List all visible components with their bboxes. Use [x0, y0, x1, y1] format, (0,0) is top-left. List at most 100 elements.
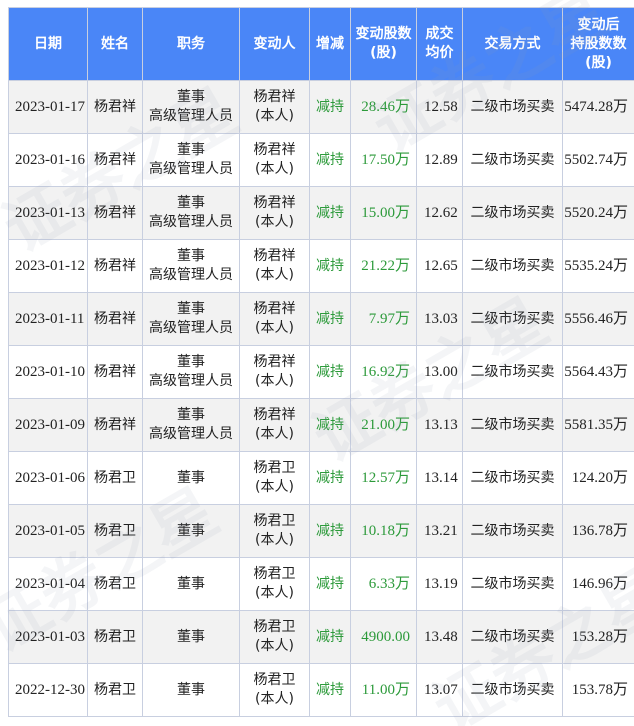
cell-date: 2022-12-30: [8, 663, 88, 717]
cell-changer: 杨君祥 (本人): [239, 80, 310, 134]
cell-position: 董事: [142, 610, 240, 664]
cell-action: 减持: [309, 663, 351, 717]
cell-position-line: 董事: [177, 575, 205, 592]
cell-date: 2023-01-12: [8, 239, 88, 293]
cell-position-line: 董事: [177, 248, 205, 264]
table-row: 2022-12-30 杨君卫 董事 杨君卫 (本人) 减持 11.00万 13.07 二级市场买…: [8, 663, 634, 717]
cell-changer: 杨君卫 (本人): [239, 610, 310, 664]
header-change-shares-line-1: 变动股数: [355, 26, 412, 42]
cell-position: 董事: [142, 504, 240, 558]
cell-date: 2023-01-09: [8, 398, 88, 452]
cell-date: 2023-01-13: [8, 186, 88, 240]
table-row: 2023-01-09 杨君祥 董事 高级管理人员 杨君祥 (本人) 减持 21.00万 13.1…: [8, 398, 634, 452]
cell-position-line: 高级管理人员: [149, 373, 233, 389]
cell-name: 杨君卫: [87, 610, 143, 664]
cell-action: 减持: [309, 504, 351, 558]
cell-holdings-after: 5535.24万: [562, 239, 634, 293]
header-name: 姓名: [87, 7, 143, 81]
cell-position: 董事 高级管理人员: [142, 292, 240, 346]
cell-action: 减持: [309, 292, 351, 346]
cell-changer-line: (本人): [255, 691, 294, 707]
table-row: 2023-01-10 杨君祥 董事 高级管理人员 杨君祥 (本人) 减持 16.92万 13.0…: [8, 345, 634, 399]
cell-position-line: 董事: [177, 407, 205, 423]
header-holdings-after: 变动后 持股数数 (股): [562, 7, 634, 81]
table-body: 2023-01-17 杨君祥 董事 高级管理人员 杨君祥 (本人) 减持 28.46万 12.5…: [8, 80, 634, 717]
table-row: 2023-01-05 杨君卫 董事 杨君卫 (本人) 减持 10.18万 13.21 二级市场买…: [8, 504, 634, 558]
cell-change-shares: 21.22万: [350, 239, 417, 293]
cell-name: 杨君祥: [87, 80, 143, 134]
cell-avg-price: 13.48: [416, 610, 463, 664]
cell-changer-line: 杨君卫: [253, 619, 296, 635]
cell-changer-line: (本人): [255, 479, 294, 495]
cell-position-line: 董事: [177, 142, 205, 158]
cell-trade-method: 二级市场买卖: [462, 504, 563, 558]
table-row: 2023-01-11 杨君祥 董事 高级管理人员 杨君祥 (本人) 减持 7.97万 13.03…: [8, 292, 634, 346]
cell-change-shares: 17.50万: [350, 133, 417, 187]
cell-holdings-after: 5581.35万: [562, 398, 634, 452]
cell-position: 董事 高级管理人员: [142, 186, 240, 240]
cell-action: 减持: [309, 610, 351, 664]
header-changer: 变动人: [239, 7, 310, 81]
cell-position-line: 董事: [177, 89, 205, 105]
cell-changer-line: (本人): [255, 320, 294, 336]
cell-position-line: 高级管理人员: [149, 214, 233, 230]
cell-date: 2023-01-17: [8, 80, 88, 134]
table-row: 2023-01-04 杨君卫 董事 杨君卫 (本人) 减持 6.33万 13.19 二级市场买卖…: [8, 557, 634, 611]
cell-name: 杨君祥: [87, 345, 143, 399]
cell-trade-method: 二级市场买卖: [462, 398, 563, 452]
cell-changer-line: 杨君卫: [253, 513, 296, 529]
cell-changer: 杨君卫 (本人): [239, 557, 310, 611]
cell-action: 减持: [309, 133, 351, 187]
cell-changer: 杨君祥 (本人): [239, 292, 310, 346]
cell-avg-price: 12.89: [416, 133, 463, 187]
cell-trade-method: 二级市场买卖: [462, 557, 563, 611]
cell-change-shares: 11.00万: [350, 663, 417, 717]
cell-trade-method: 二级市场买卖: [462, 239, 563, 293]
cell-trade-method: 二级市场买卖: [462, 80, 563, 134]
cell-position-line: 高级管理人员: [149, 161, 233, 177]
header-row: 日期 姓名 职务 变动人 增减 变动股数 (股) 成交 均价 交易方式 变动后 …: [8, 7, 634, 81]
cell-changer-line: (本人): [255, 108, 294, 124]
cell-action: 减持: [309, 239, 351, 293]
cell-changer-line: 杨君卫: [253, 566, 296, 582]
cell-position-line: 董事: [177, 195, 205, 211]
header-date: 日期: [8, 7, 88, 81]
cell-position: 董事: [142, 663, 240, 717]
cell-changer-line: 杨君卫: [253, 460, 296, 476]
cell-avg-price: 13.13: [416, 398, 463, 452]
cell-name: 杨君祥: [87, 133, 143, 187]
cell-position: 董事: [142, 557, 240, 611]
cell-change-shares: 21.00万: [350, 398, 417, 452]
cell-position-line: 董事: [177, 469, 205, 486]
insider-trading-table: 日期 姓名 职务 变动人 增减 变动股数 (股) 成交 均价 交易方式 变动后 …: [8, 7, 634, 717]
cell-changer-line: (本人): [255, 267, 294, 283]
cell-avg-price: 13.21: [416, 504, 463, 558]
cell-changer-line: 杨君祥: [253, 142, 296, 158]
cell-date: 2023-01-11: [8, 292, 88, 346]
cell-change-shares: 6.33万: [350, 557, 417, 611]
header-avg-price-line-1: 成交: [425, 26, 454, 42]
table-row: 2023-01-13 杨君祥 董事 高级管理人员 杨君祥 (本人) 减持 15.00万 12.6…: [8, 186, 634, 240]
cell-name: 杨君祥: [87, 186, 143, 240]
cell-avg-price: 13.03: [416, 292, 463, 346]
cell-action: 减持: [309, 80, 351, 134]
cell-position-line: 董事: [177, 628, 205, 645]
cell-position: 董事 高级管理人员: [142, 133, 240, 187]
cell-change-shares: 4900.00: [350, 610, 417, 664]
cell-changer-line: (本人): [255, 426, 294, 442]
cell-changer: 杨君祥 (本人): [239, 398, 310, 452]
cell-change-shares: 7.97万: [350, 292, 417, 346]
cell-date: 2023-01-16: [8, 133, 88, 187]
cell-trade-method: 二级市场买卖: [462, 345, 563, 399]
header-trade-method: 交易方式: [462, 7, 563, 81]
cell-name: 杨君祥: [87, 292, 143, 346]
cell-position-line: 高级管理人员: [149, 320, 233, 336]
cell-change-shares: 16.92万: [350, 345, 417, 399]
cell-action: 减持: [309, 557, 351, 611]
cell-trade-method: 二级市场买卖: [462, 133, 563, 187]
cell-holdings-after: 5474.28万: [562, 80, 634, 134]
cell-changer-line: (本人): [255, 214, 294, 230]
cell-action: 减持: [309, 345, 351, 399]
cell-holdings-after: 153.78万: [562, 663, 634, 717]
cell-position: 董事 高级管理人员: [142, 80, 240, 134]
